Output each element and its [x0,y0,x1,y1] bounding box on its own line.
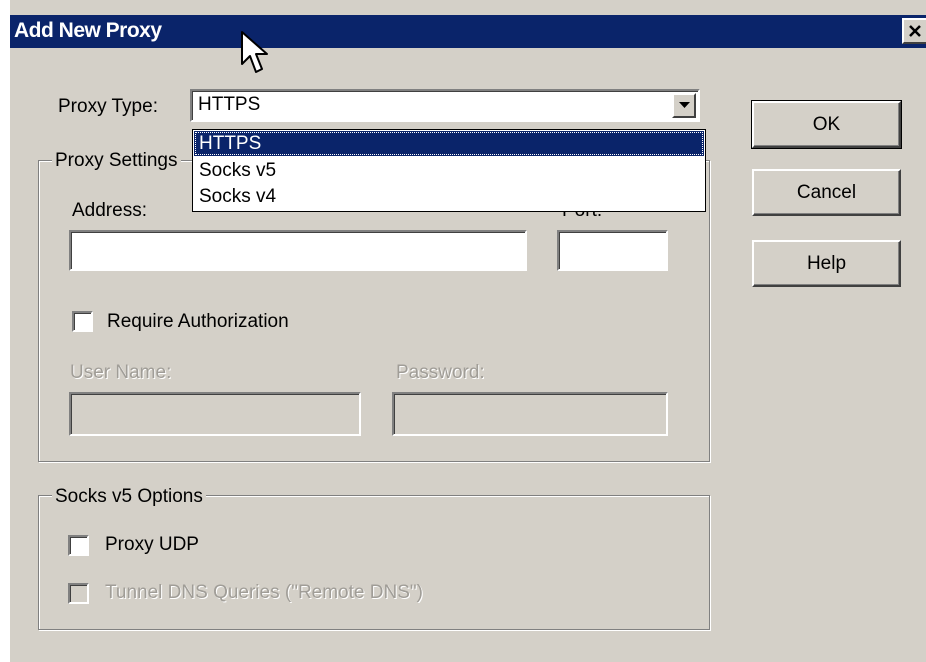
close-button[interactable] [902,18,926,44]
username-input[interactable] [69,392,361,436]
title-bar[interactable]: Add New Proxy [10,15,926,48]
mouse-pointer-icon [240,30,270,81]
dropdown-option-socks-v4[interactable]: Socks v4 [194,184,704,209]
ok-button[interactable]: OK [751,100,902,149]
require-authorization-checkbox[interactable] [72,311,93,332]
chevron-down-icon [679,102,690,108]
cancel-button-label: Cancel [796,182,857,203]
address-input[interactable] [69,230,527,271]
help-button[interactable]: Help [752,240,901,287]
proxy-type-value: HTTPS [198,94,261,115]
username-label: User Name: [70,362,172,383]
close-icon [909,25,921,37]
require-authorization-label[interactable]: Require Authorization [107,311,289,333]
tunnel-dns-label: Tunnel DNS Queries ("Remote DNS") [105,582,423,603]
socks-v5-options-group-title: Socks v5 Options [52,486,206,508]
proxy-type-label: Proxy Type: [58,96,158,117]
socks-v5-options-group [38,495,710,630]
dropdown-option-https[interactable]: HTTPS [194,131,704,156]
proxy-settings-group-title: Proxy Settings [52,150,181,172]
ok-button-label: OK [812,114,841,135]
tunnel-dns-checkbox[interactable] [68,583,89,604]
proxy-type-dropdown-button[interactable] [672,93,696,118]
cancel-button[interactable]: Cancel [752,169,901,216]
help-button-label: Help [806,253,847,274]
proxy-udp-checkbox[interactable] [68,535,89,556]
port-input[interactable] [557,230,668,271]
window-title: Add New Proxy [14,19,162,42]
password-input[interactable] [392,392,668,436]
proxy-type-dropdown-list: HTTPS Socks v5 Socks v4 [192,129,706,212]
proxy-udp-label[interactable]: Proxy UDP [105,534,199,556]
address-label: Address: [72,200,147,221]
password-label: Password: [396,362,485,383]
dropdown-option-socks-v5[interactable]: Socks v5 [194,158,704,183]
proxy-type-combobox[interactable]: HTTPS [190,89,700,122]
